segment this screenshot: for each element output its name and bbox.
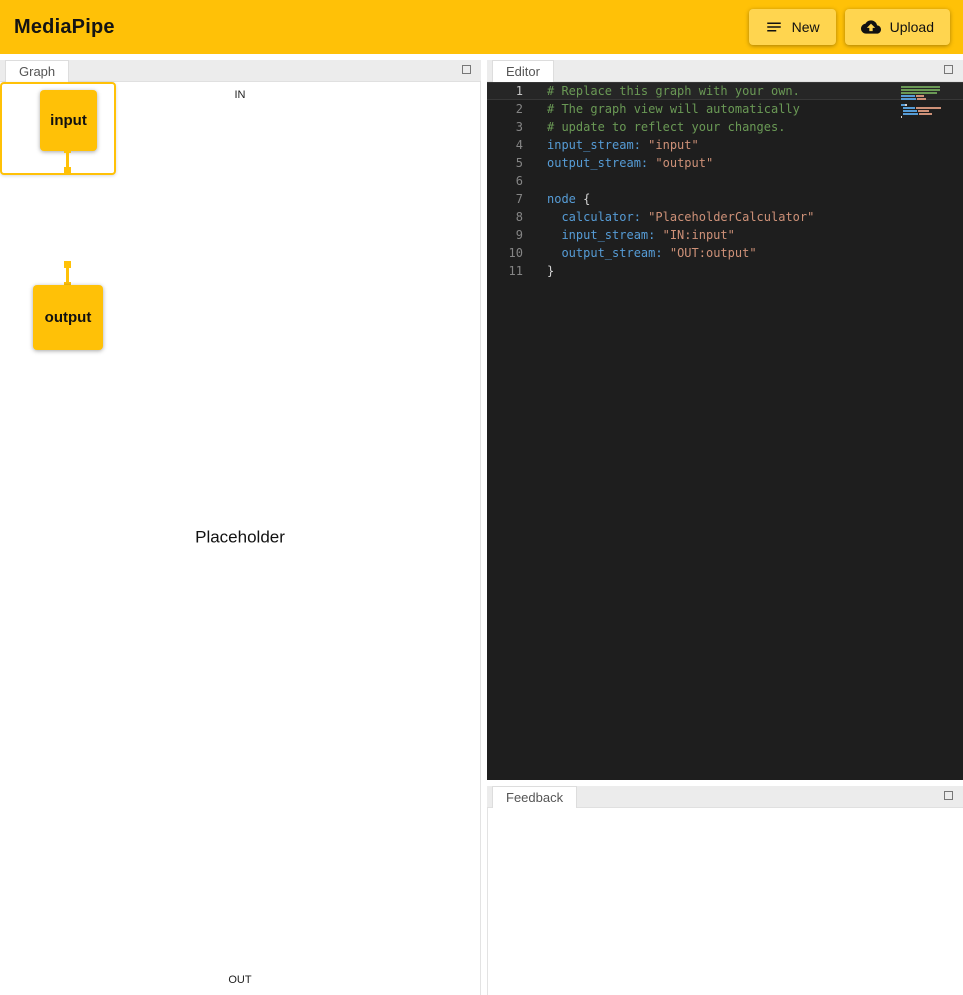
header-actions: New Upload: [749, 9, 950, 45]
code-line: 4input_stream: "input": [487, 136, 963, 154]
editor-minimap[interactable]: [901, 86, 949, 119]
code-line: 9 input_stream: "IN:input": [487, 226, 963, 244]
graph-node-output[interactable]: output: [33, 285, 103, 350]
tab-graph[interactable]: Graph: [5, 60, 69, 82]
app-header: MediaPipe New Upload: [0, 0, 963, 54]
graph-canvas[interactable]: input IN Placeholder OUT output: [0, 82, 481, 995]
graph-node-input-label: input: [50, 112, 87, 129]
editor-panel-tabstrip: Editor: [487, 60, 963, 82]
code-line: 6: [487, 172, 963, 190]
editor-panel: Editor 1# Replace this graph with your o…: [487, 60, 963, 780]
editor-maximize-icon[interactable]: [944, 65, 953, 74]
code-line: 2# The graph view will automatically: [487, 100, 963, 118]
code-editor[interactable]: 1# Replace this graph with your own.2# T…: [487, 82, 963, 780]
graph-maximize-icon[interactable]: [462, 65, 471, 74]
graph-panel: Graph input IN Placeholder OUT output: [0, 60, 481, 995]
feedback-panel: Feedback: [487, 786, 963, 995]
code-line: 5output_stream: "output": [487, 154, 963, 172]
input-port-square: [64, 167, 71, 174]
cloud-upload-icon: [861, 17, 881, 37]
placeholder-out-port-label: OUT: [0, 974, 480, 986]
upload-button[interactable]: Upload: [845, 9, 950, 45]
graph-node-placeholder-label: Placeholder: [0, 527, 480, 547]
feedback-maximize-icon[interactable]: [944, 791, 953, 800]
new-button[interactable]: New: [749, 9, 836, 45]
graph-panel-tabstrip: Graph: [0, 60, 481, 82]
code-line: 3# update to reflect your changes.: [487, 118, 963, 136]
graph-node-output-label: output: [45, 309, 92, 326]
tab-editor[interactable]: Editor: [492, 60, 554, 82]
editor-lines: 1# Replace this graph with your own.2# T…: [487, 82, 963, 280]
code-line: 7node {: [487, 190, 963, 208]
placeholder-in-port-label: IN: [0, 89, 480, 101]
code-line: 8 calculator: "PlaceholderCalculator": [487, 208, 963, 226]
feedback-panel-tabstrip: Feedback: [487, 786, 963, 808]
tab-feedback[interactable]: Feedback: [492, 786, 577, 808]
new-graph-icon: [765, 18, 783, 36]
code-line: 1# Replace this graph with your own.: [487, 82, 963, 100]
feedback-content: [487, 808, 963, 995]
code-line: 11}: [487, 262, 963, 280]
new-button-label: New: [792, 19, 820, 35]
code-line: 10 output_stream: "OUT:output": [487, 244, 963, 262]
app-title: MediaPipe: [14, 16, 115, 39]
upload-button-label: Upload: [890, 19, 934, 35]
